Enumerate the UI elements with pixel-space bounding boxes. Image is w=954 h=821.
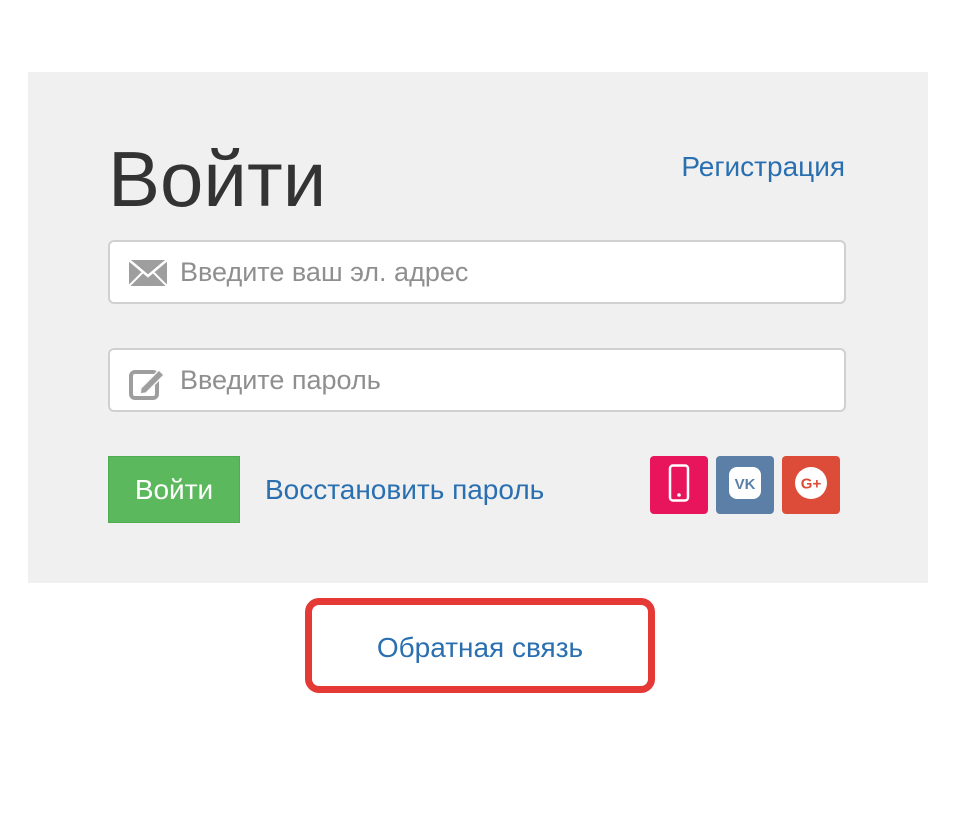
vk-login-button[interactable]: VK	[716, 456, 774, 514]
envelope-icon	[128, 257, 168, 289]
vk-icon: VK	[728, 466, 762, 505]
phone-login-button[interactable]	[650, 456, 708, 514]
feedback-highlight: Обратная связь	[305, 598, 655, 693]
google-plus-icon: G+	[793, 465, 829, 506]
email-field[interactable]	[108, 240, 846, 304]
edit-icon	[128, 365, 168, 400]
svg-text:G+: G+	[801, 475, 822, 492]
page: Войти Регистрация Войти Восстано	[0, 0, 954, 821]
email-input[interactable]	[180, 242, 830, 302]
password-input[interactable]	[180, 350, 830, 410]
password-field[interactable]	[108, 348, 846, 412]
google-plus-login-button[interactable]: G+	[782, 456, 840, 514]
login-panel: Войти Регистрация Войти Восстано	[28, 72, 928, 583]
page-title: Войти	[108, 135, 327, 223]
phone-icon	[668, 463, 690, 507]
svg-text:VK: VK	[735, 476, 756, 493]
restore-password-link[interactable]: Восстановить пароль	[265, 473, 544, 507]
login-button[interactable]: Войти	[108, 456, 240, 523]
register-link[interactable]: Регистрация	[681, 150, 845, 184]
feedback-link[interactable]: Обратная связь	[312, 631, 648, 665]
